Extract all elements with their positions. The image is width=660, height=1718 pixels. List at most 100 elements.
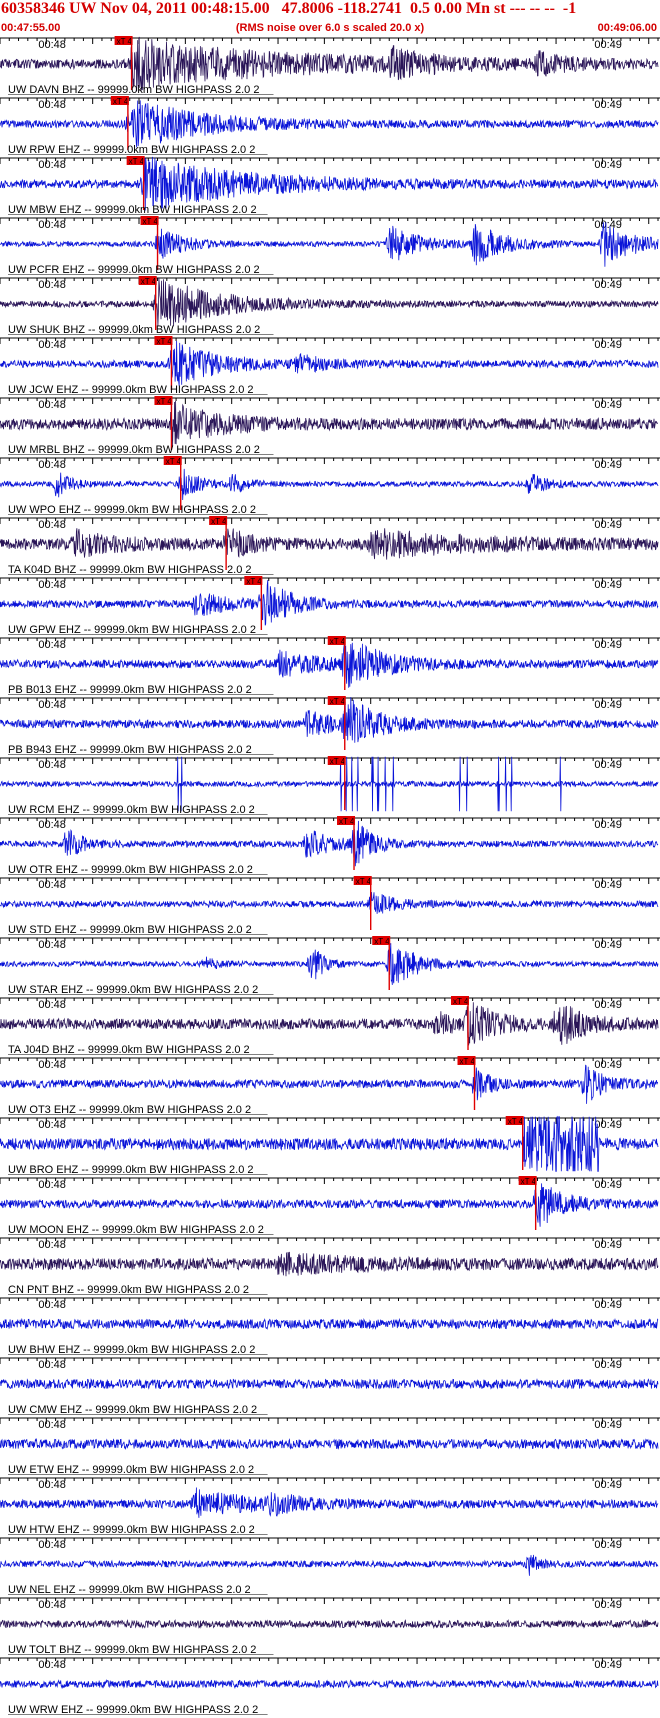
time-mark-label: 00:48 — [38, 1359, 66, 1371]
pick-label: xT 4 — [460, 1057, 476, 1066]
pick-label: xT 4 — [521, 1177, 537, 1186]
time-mark-label: 00:48 — [38, 99, 66, 111]
waveform-trace — [0, 642, 659, 688]
seismogram-plot: 00:48 00:49 xT 4 UW DAVN BHZ -- 99999.0km B… — [0, 36, 660, 1716]
waveform-trace — [0, 1678, 659, 1690]
time-mark-label: 00:49 — [594, 279, 622, 291]
time-mark-label: 00:49 — [594, 99, 622, 111]
time-mark-label: 00:48 — [38, 219, 66, 231]
time-mark-label: 00:48 — [38, 1179, 66, 1191]
time-mark-label: 00:48 — [38, 1479, 66, 1491]
waveform-trace — [0, 528, 659, 560]
time-mark-label: 00:48 — [38, 819, 66, 831]
waveform-trace — [0, 400, 659, 447]
pick-label: xT 4 — [330, 757, 346, 766]
pick-label: xT 4 — [166, 457, 182, 466]
time-mark-label: 00:48 — [38, 159, 66, 171]
waveform-trace — [0, 1183, 659, 1227]
pick-label: xT 4 — [246, 577, 262, 586]
time-mark-label: 00:49 — [594, 1599, 622, 1611]
time-mark-label: 00:49 — [594, 759, 622, 771]
waveform-trace — [0, 1378, 659, 1390]
time-mark-label: 00:49 — [594, 1059, 622, 1071]
waveform-trace — [0, 1317, 659, 1330]
waveform-trace — [0, 156, 659, 211]
pick-label: xT 4 — [508, 1117, 524, 1126]
header: 60358346 UW Nov 04, 2011 00:48:15.00 47.… — [0, 0, 660, 36]
time-mark-label: 00:49 — [594, 879, 622, 891]
time-mark-label: 00:49 — [594, 939, 622, 951]
time-mark-label: 00:48 — [38, 939, 66, 951]
time-mark-label: 00:48 — [38, 1599, 66, 1611]
time-mark-label: 00:48 — [38, 399, 66, 411]
time-mark-label: 00:49 — [594, 1299, 622, 1311]
waveform-trace — [0, 1251, 659, 1277]
waveform-trace — [0, 340, 659, 386]
waveform-trace — [0, 277, 659, 327]
waveform-trace — [0, 222, 659, 267]
station-label: UW DAVN BHZ -- 99999.0km BW HIGHPASS 2.0… — [8, 84, 259, 96]
pick-label: xT 4 — [211, 517, 227, 526]
time-mark-label: 00:49 — [594, 639, 622, 651]
time-mark-label: 00:48 — [38, 1419, 66, 1431]
pick-label: xT 4 — [156, 337, 172, 346]
waveform-trace — [0, 891, 659, 914]
time-mark-label: 00:48 — [38, 579, 66, 591]
waveform-trace — [0, 1618, 659, 1630]
waveform-trace — [0, 943, 659, 985]
time-mark-label: 00:49 — [594, 1539, 622, 1551]
pick-label: xT 4 — [330, 637, 346, 646]
time-mark-label: 00:48 — [38, 1119, 66, 1131]
time-mark-label: 00:48 — [38, 339, 66, 351]
time-mark-label: 00:48 — [38, 639, 66, 651]
event-title: 60358346 UW Nov 04, 2011 00:48:15.00 47.… — [1, 0, 577, 17]
time-mark-label: 00:49 — [594, 219, 622, 231]
time-mark-label: 00:48 — [38, 1299, 66, 1311]
time-mark-label: 00:49 — [594, 1419, 622, 1431]
time-mark-label: 00:48 — [38, 1059, 66, 1071]
pick-label: xT 4 — [356, 877, 372, 886]
waveform-trace — [0, 820, 659, 867]
waveform-trace — [0, 1002, 659, 1046]
time-mark-label: 00:48 — [38, 699, 66, 711]
time-mark-label: 00:48 — [38, 459, 66, 471]
waveform-trace — [0, 1487, 659, 1518]
pick-label: xT 4 — [453, 997, 469, 1006]
time-mark-label: 00:48 — [38, 1239, 66, 1251]
time-mark-label: 00:49 — [594, 1359, 622, 1371]
waveform-trace — [0, 1554, 659, 1576]
pick-label: xT 4 — [117, 37, 133, 46]
rms-note: (RMS noise over 6.0 s scaled 20.0 x) — [235, 22, 425, 34]
time-mark-label: 00:49 — [594, 999, 622, 1011]
time-mark-label: 00:49 — [594, 519, 622, 531]
pick-label: xT 4 — [330, 697, 346, 706]
waveform-trace — [0, 579, 659, 626]
time-mark-label: 00:48 — [38, 759, 66, 771]
time-mark-label: 00:48 — [38, 1659, 66, 1671]
time-mark-label: 00:49 — [594, 399, 622, 411]
time-mark-label: 00:48 — [38, 279, 66, 291]
pick-label: xT 4 — [339, 817, 355, 826]
end-time: 00:49:06.00 — [597, 22, 657, 34]
time-mark-label: 00:48 — [38, 879, 66, 891]
pick-label: xT 4 — [143, 217, 159, 226]
time-mark-label: 00:49 — [594, 459, 622, 471]
waveform-trace — [0, 1064, 658, 1104]
pick-label: xT 4 — [141, 277, 157, 286]
time-mark-label: 00:49 — [594, 1659, 622, 1671]
time-mark-label: 00:49 — [594, 819, 622, 831]
time-mark-label: 00:49 — [594, 1119, 622, 1131]
waveform-trace — [0, 468, 659, 501]
station-label: TA J04D BHZ -- 99999.0km BW HIGHPASS 2.0… — [8, 1044, 250, 1056]
time-mark-label: 00:49 — [594, 159, 622, 171]
pick-label: xT 4 — [129, 157, 145, 166]
time-mark-label: 00:49 — [594, 1239, 622, 1251]
time-mark-label: 00:49 — [594, 1179, 622, 1191]
time-mark-label: 00:49 — [594, 579, 622, 591]
time-mark-label: 00:49 — [594, 1479, 622, 1491]
time-mark-label: 00:49 — [594, 339, 622, 351]
time-mark-label: 00:49 — [594, 699, 622, 711]
time-mark-label: 00:48 — [38, 999, 66, 1011]
pick-label: xT 4 — [156, 397, 172, 406]
waveform-trace — [0, 100, 659, 148]
